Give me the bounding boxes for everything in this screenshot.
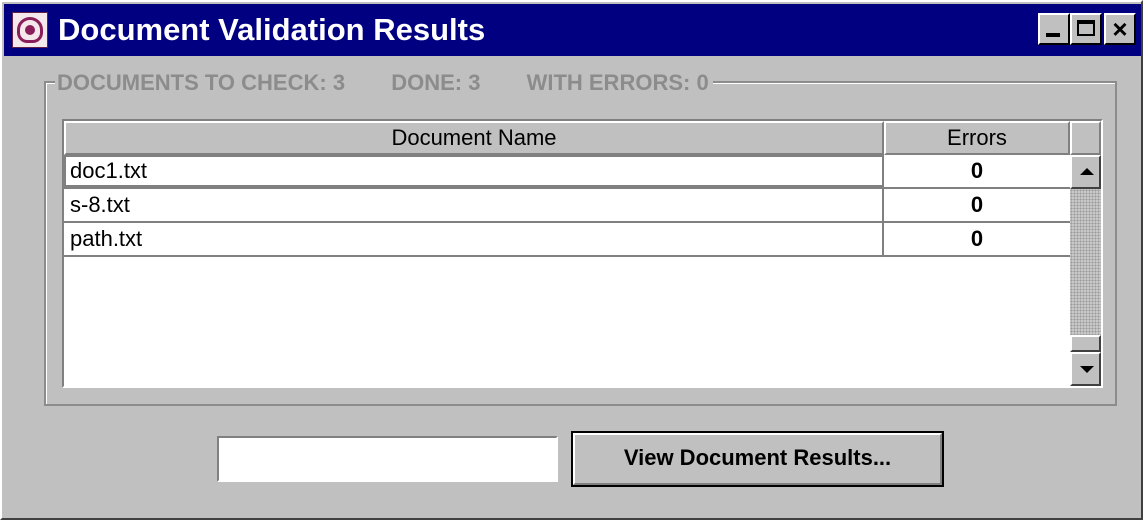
document-name-cell[interactable]: doc1.txt bbox=[64, 155, 884, 187]
java-app-icon[interactable] bbox=[12, 12, 48, 48]
with-errors-label: WITH ERRORS: 0 bbox=[526, 70, 709, 95]
document-validation-window: Document Validation Results × DOCUMENTS … bbox=[0, 0, 1143, 520]
errors-cell[interactable]: 0 bbox=[884, 155, 1070, 187]
close-icon: × bbox=[1112, 14, 1128, 44]
minimize-icon bbox=[1046, 33, 1060, 37]
close-button[interactable]: × bbox=[1104, 13, 1136, 45]
vertical-scrollbar[interactable] bbox=[1070, 155, 1101, 386]
scrollbar-track[interactable] bbox=[1070, 189, 1101, 335]
arrow-down-icon bbox=[1080, 366, 1094, 373]
view-document-results-button[interactable]: View Document Results... bbox=[571, 431, 944, 487]
documents-to-check-label: DOCUMENTS TO CHECK: 3 bbox=[57, 70, 346, 95]
title-bar[interactable]: Document Validation Results × bbox=[4, 4, 1141, 56]
arrow-up-icon bbox=[1080, 168, 1094, 175]
scroll-down-button[interactable] bbox=[1070, 352, 1101, 386]
scrollbar-thumb[interactable] bbox=[1070, 335, 1101, 352]
results-table: Document Name Errors doc1.txt 0 s-8.txt … bbox=[62, 119, 1103, 388]
table-header-corner bbox=[1070, 121, 1101, 155]
table-row[interactable]: path.txt 0 bbox=[64, 223, 1070, 257]
table-row[interactable]: s-8.txt 0 bbox=[64, 189, 1070, 223]
column-header-errors[interactable]: Errors bbox=[884, 121, 1070, 155]
document-name-cell[interactable]: path.txt bbox=[64, 223, 884, 255]
errors-cell[interactable]: 0 bbox=[884, 189, 1070, 221]
summary-legend: DOCUMENTS TO CHECK: 3 DONE: 3 WITH ERROR… bbox=[55, 68, 713, 98]
scroll-up-button[interactable] bbox=[1070, 155, 1101, 189]
table-row[interactable]: doc1.txt 0 bbox=[64, 155, 1070, 189]
table-body: doc1.txt 0 s-8.txt 0 path.txt 0 bbox=[64, 155, 1070, 257]
maximize-button[interactable] bbox=[1070, 13, 1102, 45]
column-header-document-name[interactable]: Document Name bbox=[64, 121, 884, 155]
minimize-button[interactable] bbox=[1038, 13, 1070, 45]
maximize-icon bbox=[1077, 20, 1095, 36]
done-label: DONE: 3 bbox=[391, 70, 481, 95]
errors-cell[interactable]: 0 bbox=[884, 223, 1070, 255]
window-title: Document Validation Results bbox=[58, 12, 486, 47]
document-name-cell[interactable]: s-8.txt bbox=[64, 189, 884, 221]
view-document-results-label: View Document Results... bbox=[623, 445, 892, 470]
document-text-field[interactable] bbox=[217, 436, 558, 482]
